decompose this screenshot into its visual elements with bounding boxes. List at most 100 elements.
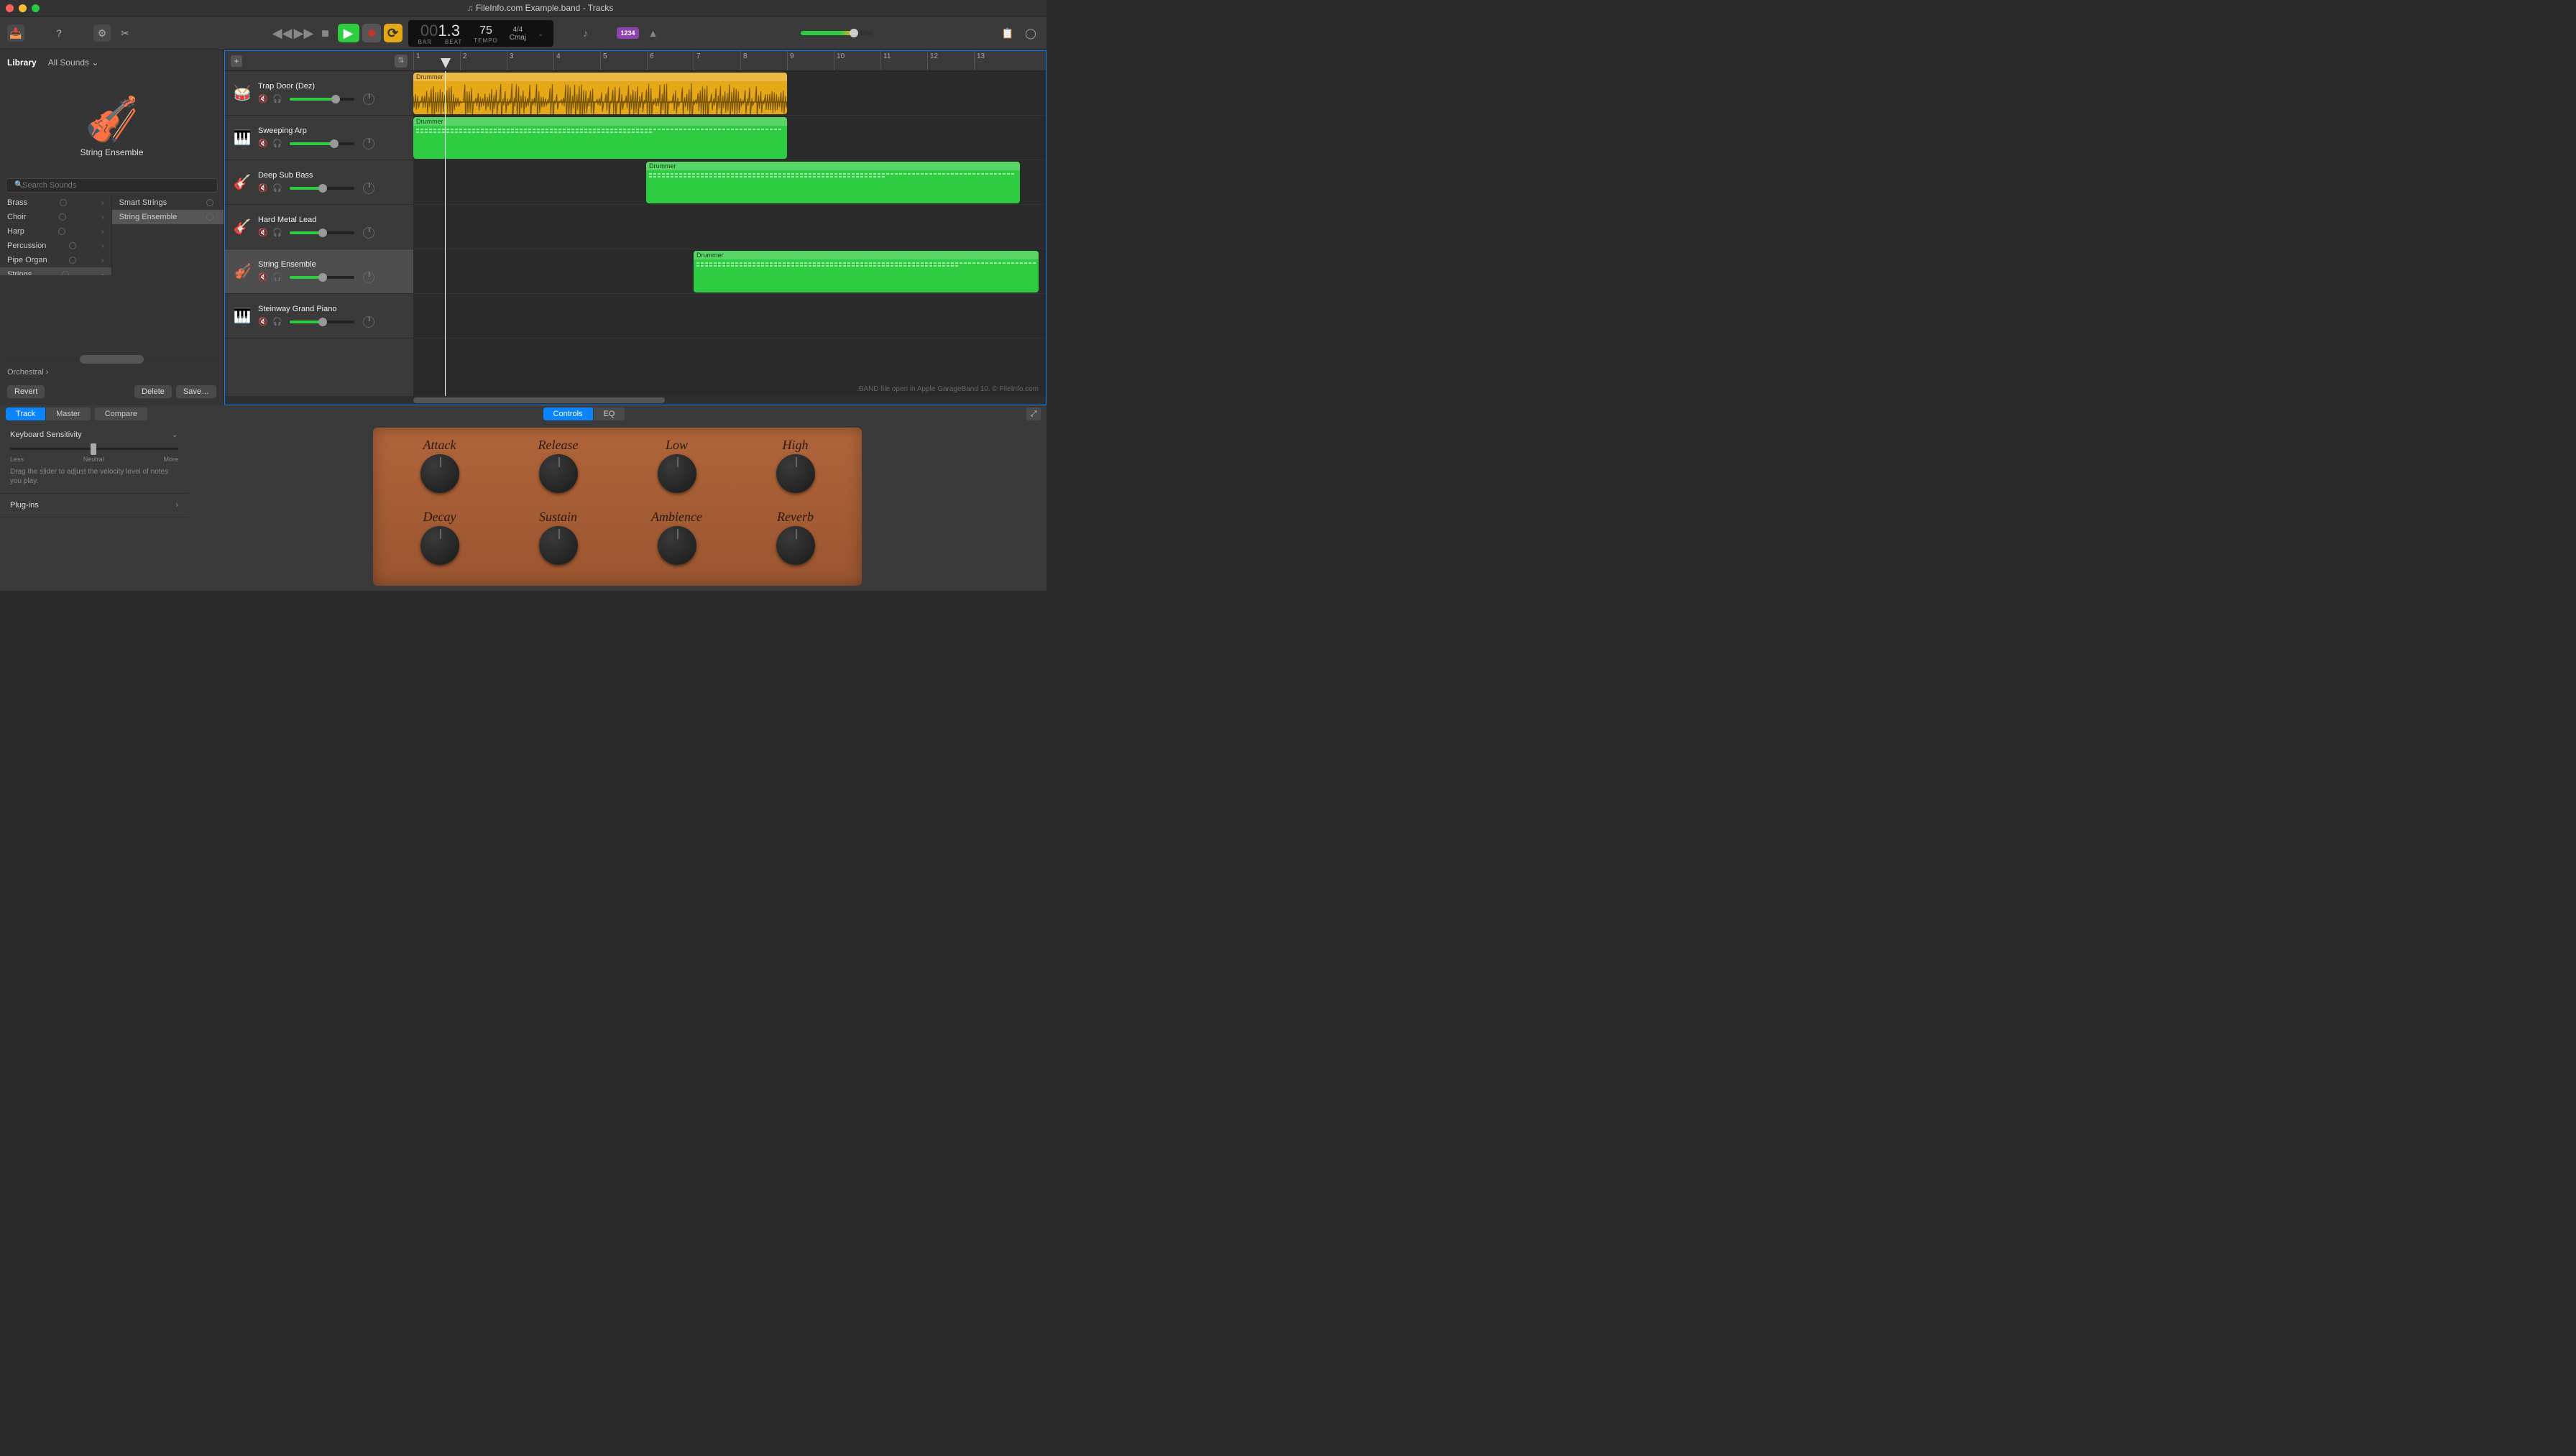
knob-low[interactable] <box>658 454 696 493</box>
headphone-icon[interactable]: 🎧 <box>272 272 282 282</box>
delete-button[interactable]: Delete <box>134 385 172 398</box>
knob-decay[interactable] <box>420 526 459 565</box>
track-options-icon[interactable]: ⇅ <box>395 55 408 68</box>
add-track-button[interactable]: + <box>231 55 242 67</box>
knob-reverb[interactable] <box>776 526 815 565</box>
track-lane[interactable] <box>413 294 1046 338</box>
count-in-button[interactable]: 1234 <box>617 27 638 39</box>
revert-button[interactable]: Revert <box>7 385 45 398</box>
mute-button[interactable]: 🔇 <box>258 139 268 149</box>
lcd-display[interactable]: 001.3 BAR BEAT 75 TEMPO 4/4 Cmaj ⌄ <box>408 20 554 47</box>
track-pan-knob[interactable] <box>363 272 374 283</box>
track-volume-slider[interactable] <box>290 98 354 101</box>
subcategory-item[interactable]: Smart Strings <box>112 195 224 210</box>
search-input[interactable] <box>6 178 218 193</box>
category-item[interactable]: Harp› <box>0 224 111 239</box>
track-lane[interactable]: Drummer <box>413 116 1046 160</box>
knob-sustain[interactable] <box>539 526 578 565</box>
library-scrollbar[interactable] <box>6 355 218 364</box>
mute-button[interactable]: 🔇 <box>258 272 268 282</box>
category-item[interactable]: Brass› <box>0 195 111 210</box>
track-pan-knob[interactable] <box>363 183 374 194</box>
minimize-icon[interactable] <box>19 4 27 12</box>
track-lane[interactable] <box>413 205 1046 249</box>
cycle-button[interactable]: ⟳ <box>384 24 402 42</box>
headphone-icon[interactable]: 🎧 <box>272 228 282 238</box>
track-volume-slider[interactable] <box>290 231 354 234</box>
region[interactable]: Drummer <box>694 251 1039 292</box>
track-header[interactable]: 🎹 Steinway Grand Piano 🔇 🎧 <box>225 294 413 338</box>
timeline-ruler[interactable]: 12345678910111213 <box>413 51 1046 70</box>
track-volume-slider[interactable] <box>290 321 354 323</box>
knob-attack[interactable] <box>420 454 459 493</box>
track-lane[interactable]: Drummer <box>413 160 1046 205</box>
headphone-icon[interactable]: 🎧 <box>272 183 282 193</box>
editor-expand-icon[interactable]: ⤢ <box>1026 407 1041 420</box>
mute-button[interactable]: 🔇 <box>258 94 268 104</box>
track-lanes[interactable]: DrummerDrummerDrummerDrummer.BAND file o… <box>413 71 1046 396</box>
headphone-icon[interactable]: 🎧 <box>272 94 282 104</box>
track-volume-slider[interactable] <box>290 142 354 145</box>
headphone-icon[interactable]: 🎧 <box>272 139 282 149</box>
tuner-icon[interactable]: ♪ <box>576 24 594 42</box>
library-toggle-button[interactable]: 📥 <box>7 24 24 42</box>
scissors-icon[interactable]: ✂ <box>116 24 134 42</box>
save-button[interactable]: Save… <box>176 385 216 398</box>
track-volume-slider[interactable] <box>290 276 354 279</box>
region[interactable]: Drummer <box>413 117 787 159</box>
editor-tab[interactable]: Master <box>46 407 91 420</box>
editor-tab[interactable]: Controls <box>543 407 594 420</box>
category-item[interactable]: Choir› <box>0 210 111 224</box>
headphone-icon[interactable]: 🎧 <box>272 317 282 327</box>
track-header[interactable]: 🎸 Hard Metal Lead 🔇 🎧 <box>225 205 413 249</box>
settings-button[interactable]: ⚙ <box>93 24 111 42</box>
compare-button[interactable]: Compare <box>95 407 147 420</box>
mute-button[interactable]: 🔇 <box>258 228 268 238</box>
notepad-icon[interactable]: 📋 <box>999 24 1016 42</box>
loops-icon[interactable]: ◯ <box>1022 24 1039 42</box>
track-header[interactable]: 🎸 Deep Sub Bass 🔇 🎧 <box>225 160 413 205</box>
library-filter[interactable]: All Sounds ⌄ <box>48 57 99 68</box>
playhead-line[interactable] <box>445 71 446 396</box>
track-header[interactable]: 🎹 Sweeping Arp 🔇 🎧 <box>225 116 413 160</box>
editor-tab[interactable]: Track <box>6 407 46 420</box>
record-button[interactable] <box>362 24 381 42</box>
play-button[interactable]: ▶ <box>338 24 359 42</box>
track-pan-knob[interactable] <box>363 316 374 328</box>
track-pan-knob[interactable] <box>363 227 374 239</box>
sensitivity-slider[interactable] <box>10 448 178 450</box>
close-icon[interactable] <box>6 4 14 12</box>
track-volume-slider[interactable] <box>290 187 354 190</box>
track-lane[interactable]: Drummer <box>413 71 1046 116</box>
playhead-marker[interactable] <box>441 58 451 68</box>
knob-ambience[interactable] <box>658 526 696 565</box>
metronome-icon[interactable]: ▲ <box>645 24 662 42</box>
zoom-icon[interactable] <box>32 4 40 12</box>
track-lane[interactable]: Drummer <box>413 249 1046 294</box>
track-header[interactable]: 🥁 Trap Door (Dez) 🔇 🎧 <box>225 71 413 116</box>
knob-high[interactable] <box>776 454 815 493</box>
horizontal-scrollbar[interactable] <box>225 396 1046 405</box>
chevron-right-icon[interactable]: › <box>175 501 178 510</box>
mute-button[interactable]: 🔇 <box>258 317 268 327</box>
chevron-down-icon[interactable]: ⌄ <box>538 30 543 38</box>
region[interactable]: Drummer <box>646 162 1020 203</box>
library-path[interactable]: Orchestral › <box>0 364 224 381</box>
track-pan-knob[interactable] <box>363 93 374 105</box>
track-header[interactable]: 🎻 String Ensemble 🔇 🎧 <box>225 249 413 294</box>
rewind-button[interactable]: ◀◀ <box>273 24 292 42</box>
knob-release[interactable] <box>539 454 578 493</box>
chevron-down-icon[interactable]: ⌄ <box>172 430 178 439</box>
region[interactable]: Drummer <box>413 73 787 114</box>
help-icon[interactable]: ? <box>50 24 68 42</box>
forward-button[interactable]: ▶▶ <box>295 24 313 42</box>
category-item[interactable]: Percussion› <box>0 239 111 253</box>
stop-button[interactable]: ■ <box>316 24 335 42</box>
master-volume-slider[interactable] <box>801 31 873 35</box>
track-pan-knob[interactable] <box>363 138 374 149</box>
category-item[interactable]: Pipe Organ› <box>0 253 111 267</box>
category-item[interactable]: Strings› <box>0 267 111 275</box>
editor-tab[interactable]: EQ <box>594 407 625 420</box>
mute-button[interactable]: 🔇 <box>258 183 268 193</box>
subcategory-item[interactable]: String Ensemble <box>112 210 224 224</box>
